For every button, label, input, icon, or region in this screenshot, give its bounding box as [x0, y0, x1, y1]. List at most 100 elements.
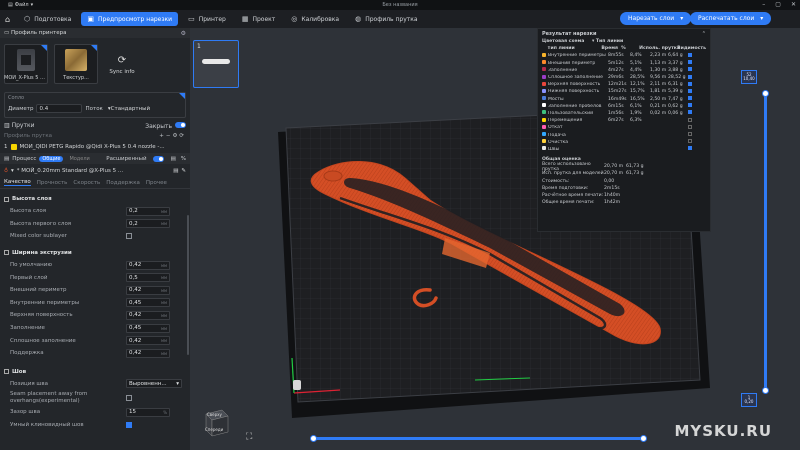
visibility-checkbox[interactable] [688, 110, 692, 115]
diameter-select[interactable]: 0.4 [36, 104, 83, 113]
move-start-handle[interactable] [310, 435, 317, 442]
smart-seam-checkbox[interactable] [126, 422, 132, 429]
subtab-strength[interactable]: Прочность [37, 180, 68, 186]
param-first-layer-height: Высота первого слоя 0,2 мм [0, 218, 190, 231]
filament-title: Прутки [11, 122, 35, 129]
inner-wall-width-input[interactable]: 0,45 мм [126, 298, 170, 308]
filament-profile-field[interactable]: Профиль прутка [4, 133, 52, 139]
move-slider[interactable] [313, 437, 643, 440]
visibility-checkbox[interactable] [688, 124, 692, 129]
seam-away-checkbox[interactable] [126, 395, 132, 402]
layer-height-input[interactable]: 0,2 мм [126, 206, 170, 216]
tab-label: Предпросмотр нарезки [98, 15, 173, 23]
infill-width-input[interactable]: 0,45 мм [126, 323, 170, 333]
first-layer-height-input[interactable]: 0,2 мм [126, 219, 170, 229]
printer-card[interactable]: МОЙ_X-Plus 5 0.4 nozzle [4, 44, 48, 84]
tab-project[interactable]: ▦ Проект [236, 12, 281, 26]
visibility-checkbox[interactable] [688, 81, 692, 86]
visibility-checkbox[interactable] [688, 60, 692, 65]
visibility-checkbox[interactable] [688, 74, 692, 79]
subtab-speed[interactable]: Скорость [73, 180, 100, 186]
slice-button[interactable]: Нарезать слои ▾ [620, 12, 692, 25]
percent-icon[interactable]: % [181, 156, 186, 162]
diameter-label: Диаметр [8, 105, 34, 112]
save-icon[interactable]: ▤ [173, 168, 178, 174]
tab-calibration[interactable]: ◎ Калибровка [285, 12, 345, 26]
plate-card[interactable]: Текстур... [54, 44, 98, 84]
close-toggle[interactable] [175, 121, 186, 128]
layer-bottom-handle[interactable] [762, 387, 769, 394]
advanced-toggle[interactable] [152, 155, 164, 162]
line-type-swatch [542, 124, 546, 129]
subtab-other[interactable]: Прочее [146, 180, 167, 186]
support-width-input[interactable]: 0,42 мм [126, 348, 170, 358]
view-cube[interactable]: Сверху Спереди [202, 408, 230, 438]
edit-icon[interactable]: ✎ [181, 168, 186, 174]
visibility-checkbox[interactable] [688, 52, 692, 57]
tab-prepare[interactable]: ⬡ Подготовка [18, 12, 77, 26]
filament-color-swatch[interactable] [10, 144, 17, 150]
layer-bottom-label: 1 0,20 [741, 393, 757, 407]
first-layer-width-input[interactable]: 0,5 мм [126, 273, 170, 283]
settings-icon[interactable]: ⚙ [181, 30, 186, 37]
seam-gap-input[interactable]: 15% [126, 407, 170, 417]
param-label: Mixed color sublayer [10, 233, 67, 240]
default-width-input[interactable]: 0,42 мм [126, 260, 170, 270]
line-type-swatch [542, 96, 546, 101]
plate-thumbnail[interactable]: 1 [193, 40, 239, 88]
param-unit: мм [160, 350, 167, 356]
line-type-name: Нижняя поверхность [548, 89, 600, 95]
move-end-handle[interactable] [640, 435, 647, 442]
view-top-label: Сверху [207, 412, 222, 417]
subtab-quality[interactable]: Качество [4, 179, 31, 186]
visibility-checkbox[interactable] [688, 96, 692, 101]
visibility-checkbox[interactable] [688, 88, 692, 93]
process-general-pill[interactable]: Общие [39, 155, 64, 162]
result-row: Перемещения 6m27s 6,3% [538, 117, 710, 124]
process-profile-row[interactable]: ♁ ▾ * МОЙ_0.20mm Standard @X-Plus 5 ... … [0, 164, 190, 177]
summary-row: Исп. прутка для моделей 20,70 m 61,73 g [538, 170, 710, 177]
outer-wall-width-input[interactable]: 0,42 мм [126, 285, 170, 295]
solid-infill-width-input[interactable]: 0,42 мм [126, 336, 170, 346]
visibility-checkbox[interactable] [688, 139, 692, 144]
minimize-icon[interactable]: – [762, 1, 765, 8]
flow-select[interactable]: ▾ Стандартный [106, 104, 158, 113]
layer-height-group: Высота слоя [0, 193, 190, 205]
chevron-down-icon: ▾ [176, 380, 179, 387]
line-type-weight: 28,52 g [668, 75, 686, 81]
visibility-checkbox[interactable] [688, 146, 692, 151]
subtab-support[interactable]: Поддержка [106, 180, 140, 186]
layer-slider[interactable] [764, 94, 767, 390]
visibility-checkbox[interactable] [688, 103, 692, 108]
fit-view-icon[interactable]: ⛶ [246, 432, 252, 442]
color-scheme-select[interactable]: ▾ Тип линии [592, 39, 623, 44]
sync-icon[interactable]: ⟳ [179, 133, 186, 139]
sidebar-scrollbar[interactable] [187, 215, 189, 355]
sync-info-button[interactable]: ⟳ Sync info [104, 44, 140, 86]
close-icon[interactable]: ✕ [791, 1, 796, 8]
file-menu-button[interactable]: ▤ Файл ▾ [4, 1, 37, 9]
line-type-swatch [542, 103, 546, 108]
print-button[interactable]: Распечатать слои ▾ [690, 12, 772, 25]
maximize-icon[interactable]: ▢ [775, 1, 781, 8]
mixed-color-checkbox[interactable] [126, 233, 132, 240]
summary-rows: Всего использовано прутка 20,70 m 61,73 gИ… [538, 162, 710, 206]
tab-preview[interactable]: ▣ Предпросмотр нарезки [81, 12, 179, 26]
filament-item[interactable]: 1 МОЙ_QIDI PETG Rapido @Qidi X-Plus 5 0.… [0, 141, 190, 153]
visibility-checkbox[interactable] [688, 132, 692, 137]
collapse-icon[interactable]: ⌃ [702, 31, 706, 37]
tab-printer[interactable]: ▭ Принтер [182, 12, 232, 26]
seam-position-select[interactable]: Выровненн... ▾ [126, 379, 182, 389]
save-icon[interactable]: ▤ [171, 156, 176, 162]
result-row: Откат [538, 124, 710, 131]
line-type-percent: 12,1% [630, 82, 645, 88]
tab-filament-profile[interactable]: ◍ Профиль прутка [349, 12, 424, 26]
top-surface-width-input[interactable]: 0,42 мм [126, 310, 170, 320]
visibility-checkbox[interactable] [688, 67, 692, 72]
home-icon[interactable]: ⌂ [5, 15, 10, 24]
visibility-checkbox[interactable] [688, 117, 692, 122]
layer-top-handle[interactable] [762, 90, 769, 97]
add-icon[interactable]: + [159, 133, 166, 139]
filament-icon: ▥ [4, 122, 12, 129]
process-objects-pill[interactable]: Модели [66, 156, 92, 162]
